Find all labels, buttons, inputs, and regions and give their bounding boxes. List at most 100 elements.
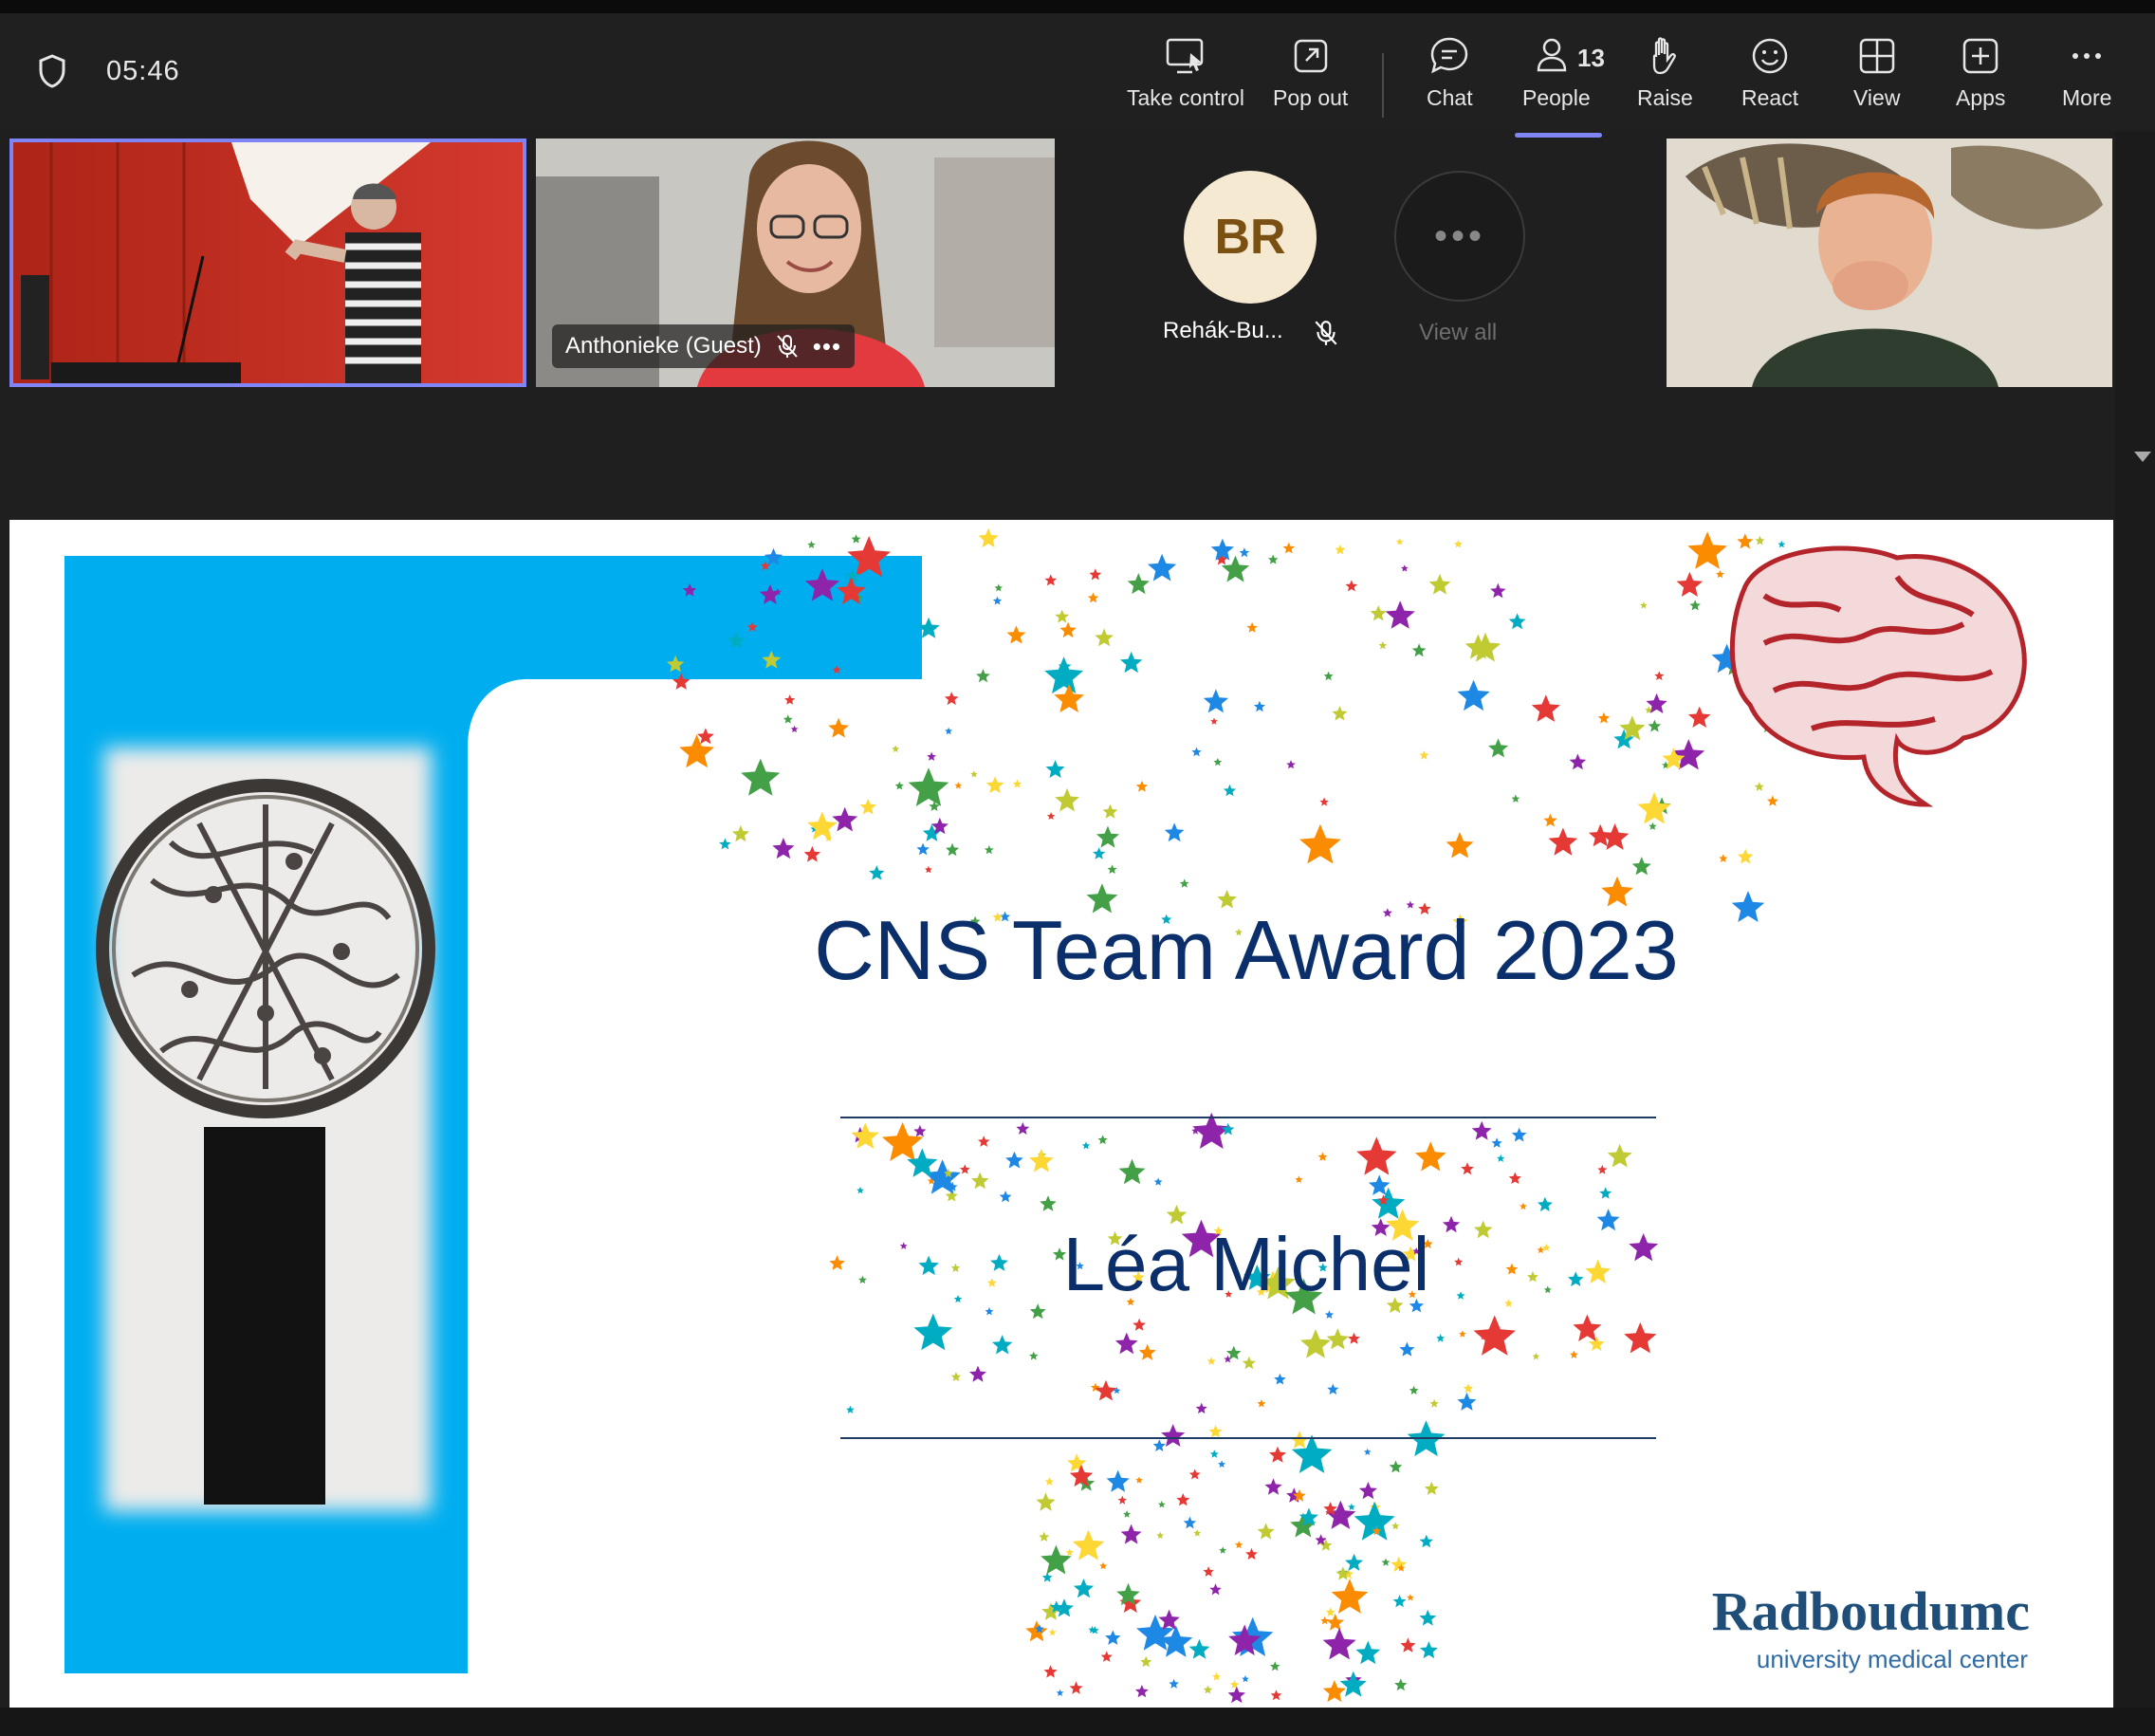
confetti-star	[1102, 803, 1118, 819]
confetti-star	[1527, 1271, 1538, 1283]
confetti-star	[1731, 891, 1765, 922]
speaker-video-frame	[13, 142, 523, 383]
people-button[interactable]: 13 People	[1522, 34, 1605, 129]
more-button[interactable]: More	[2062, 34, 2111, 129]
confetti-star	[772, 838, 795, 859]
view-all-button[interactable]: •••	[1394, 171, 1525, 302]
shared-presentation-slide: CNS Team Award 2023 Léa Michel Radboudum…	[9, 520, 2113, 1708]
confetti-star	[1428, 573, 1451, 595]
confetti-star	[1537, 1196, 1553, 1211]
confetti-star	[1176, 1493, 1190, 1506]
avatar-mic-muted-icon	[1315, 321, 1337, 345]
view-button[interactable]: View	[1853, 34, 1900, 129]
confetti-star	[1264, 1478, 1282, 1495]
confetti-star	[1097, 1135, 1108, 1145]
confetti-star	[719, 838, 731, 850]
participant-video-guest[interactable]: Anthonieke (Guest) •••	[536, 139, 1055, 387]
apps-button[interactable]: Apps	[1956, 34, 2005, 129]
confetti-star	[1463, 1383, 1473, 1394]
participant-video-speaker[interactable]	[9, 139, 526, 387]
grid-icon	[1859, 38, 1894, 74]
confetti-star	[1385, 600, 1415, 629]
confetti-star	[1195, 1402, 1207, 1414]
people-icon	[1537, 38, 1567, 72]
confetti-star	[1378, 640, 1388, 650]
participant-avatar[interactable]: BR	[1184, 171, 1317, 304]
confetti-star	[892, 745, 900, 752]
react-button[interactable]: React	[1741, 34, 1798, 129]
confetti-star	[1152, 1439, 1166, 1451]
confetti-star	[1203, 1685, 1213, 1694]
confetti-star	[1059, 621, 1077, 638]
confetti-star	[978, 1136, 990, 1147]
confetti-star	[1424, 1481, 1439, 1495]
confetti-star	[1548, 827, 1578, 856]
confetti-star	[913, 1124, 927, 1137]
confetti-star	[859, 798, 876, 815]
confetti-star	[1631, 857, 1651, 876]
smiley-icon	[1752, 38, 1788, 74]
confetti-star	[1041, 1544, 1072, 1575]
confetti-star	[1597, 1164, 1608, 1174]
confetti-star	[1339, 1671, 1367, 1697]
confetti-star	[950, 1263, 961, 1272]
confetti-star	[1134, 1685, 1149, 1698]
confetti-star	[944, 692, 959, 706]
guest-more-icon[interactable]: •••	[813, 332, 841, 361]
confetti-stars	[666, 527, 1787, 1704]
confetti-star	[916, 842, 930, 856]
confetti-star	[1048, 1628, 1057, 1636]
confetti-star	[1120, 651, 1143, 674]
confetti-star	[1203, 689, 1228, 713]
confetti-star	[1454, 540, 1463, 548]
confetti-star	[1169, 1678, 1179, 1689]
participant-video-third[interactable]	[1667, 139, 2112, 387]
confetti-star	[1040, 1195, 1057, 1211]
confetti-star	[1039, 1531, 1050, 1542]
confetti-star	[1471, 1120, 1492, 1140]
confetti-star	[1737, 533, 1754, 549]
confetti-star	[1568, 1271, 1584, 1286]
confetti-star	[828, 717, 849, 738]
confetti-star	[1036, 1492, 1056, 1511]
confetti-star	[927, 751, 936, 761]
raise-hand-button[interactable]: Raise	[1637, 34, 1693, 129]
chat-button[interactable]: Chat	[1427, 34, 1473, 129]
confetti-star	[1473, 1315, 1516, 1356]
confetti-star	[1459, 1330, 1466, 1338]
more-icon	[2072, 53, 2102, 59]
confetti-star	[1206, 1357, 1216, 1365]
confetti-star	[990, 1253, 1008, 1271]
confetti-star	[1411, 643, 1427, 657]
confetti-star	[1400, 1637, 1416, 1653]
scroll-down-arrow-icon[interactable]	[2134, 452, 2151, 462]
confetti-star	[894, 781, 904, 790]
confetti-star	[1203, 1566, 1214, 1577]
take-control-button[interactable]: Take control	[1127, 34, 1244, 129]
confetti-star	[994, 583, 1003, 592]
confetti-star	[1446, 832, 1474, 859]
confetti-star	[1599, 1187, 1612, 1199]
confetti-star	[1193, 1529, 1202, 1537]
confetti-star	[1135, 1476, 1143, 1484]
confetti-star	[1654, 671, 1665, 680]
confetti-star	[856, 1186, 864, 1194]
confetti-star	[1046, 812, 1056, 820]
confetti-star	[846, 1405, 855, 1413]
confetti-star	[1429, 1398, 1439, 1408]
confetti-star	[851, 1122, 879, 1149]
confetti-star	[1640, 601, 1648, 609]
confetti-star	[1100, 1651, 1113, 1662]
confetti-star	[1461, 1162, 1474, 1175]
slide-title: CNS Team Award 2023	[814, 903, 1679, 997]
confetti-star	[1188, 1468, 1201, 1480]
pop-out-button[interactable]: Pop out	[1273, 34, 1348, 129]
confetti-star	[1089, 568, 1102, 581]
apps-label: Apps	[1956, 85, 2006, 110]
confetti-star	[945, 727, 953, 735]
participant-avatar-name: Rehák-Bu...	[1163, 318, 1283, 343]
react-label: React	[1741, 85, 1799, 110]
confetti-star	[1719, 854, 1728, 862]
confetti-star	[1409, 1385, 1419, 1394]
view-all-label[interactable]: View all	[1419, 320, 1497, 346]
